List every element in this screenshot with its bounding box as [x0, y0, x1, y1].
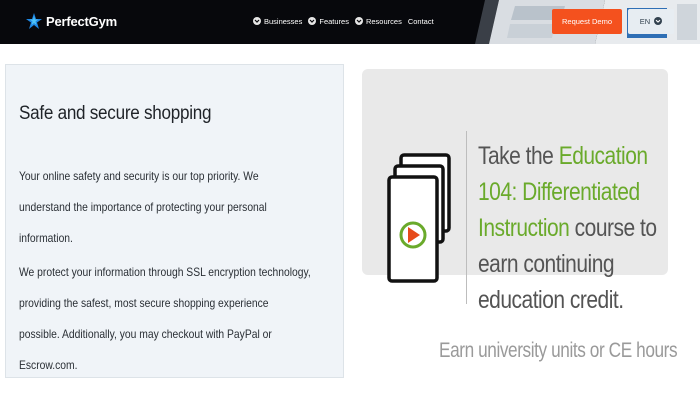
language-code: EN [639, 17, 651, 26]
main-nav: Businesses Features Resources Contact [253, 14, 440, 28]
video-course-icon [387, 153, 451, 283]
chevron-down-icon [308, 17, 317, 25]
nav-label: Features [319, 16, 349, 26]
nav-businesses[interactable]: Businesses [253, 17, 302, 26]
nav-resources[interactable]: Resources [354, 16, 402, 26]
promo-divider [466, 131, 467, 304]
logo[interactable]: PerfectGym [26, 10, 117, 32]
chevron-down-icon [253, 17, 261, 25]
nav-label: Contact [407, 16, 434, 26]
nav-label: Businesses [264, 16, 303, 26]
star-logo-icon [26, 13, 42, 29]
request-demo-button[interactable]: Request Demo [552, 9, 622, 34]
security-heading: Safe and secure shopping [19, 103, 212, 124]
nav-label: Resources [365, 16, 402, 26]
site-header: PerfectGym Businesses Features Resources… [0, 0, 700, 44]
security-paragraph-1: Your online safety and security is our t… [19, 169, 267, 245]
security-info-panel: Safe and secure shopping Your online saf… [5, 64, 344, 378]
nav-features[interactable]: Features [308, 17, 349, 26]
chevron-down-icon [354, 17, 363, 25]
nav-contact[interactable]: Contact [408, 17, 434, 26]
course-promo-text: Take the Education 104: Differentiated I… [478, 138, 688, 318]
logo-text: PerfectGym [46, 13, 117, 29]
language-selector[interactable]: EN [628, 9, 674, 34]
chevron-down-icon [654, 16, 663, 27]
promo-subtext: Earn university units or CE hours [439, 339, 678, 362]
promo-text-pre: Take the [478, 142, 559, 170]
security-paragraph-2: We protect your information through SSL … [19, 265, 311, 372]
